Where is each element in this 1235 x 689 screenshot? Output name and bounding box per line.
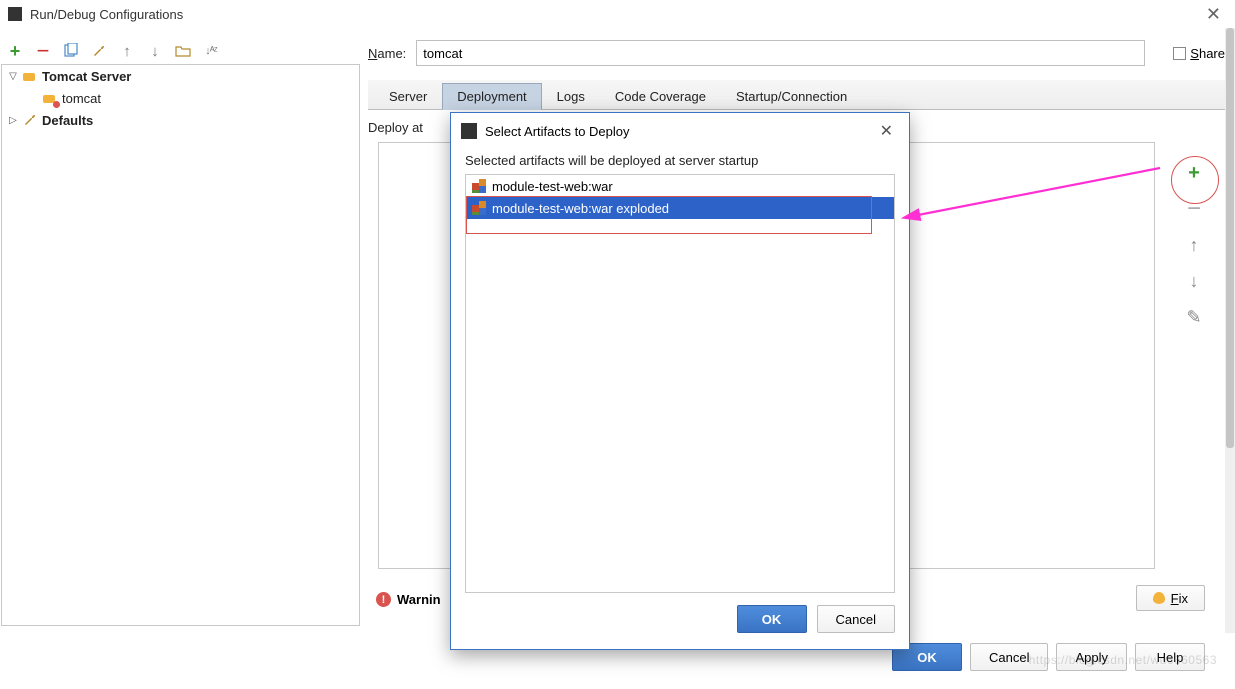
tab-logs[interactable]: Logs [542, 83, 600, 109]
dialog-title: Select Artifacts to Deploy [485, 124, 630, 139]
artifact-icon [472, 201, 486, 215]
settings-config-button[interactable] [90, 42, 108, 60]
fix-button[interactable]: Fix [1136, 585, 1205, 611]
name-label: Name: [368, 46, 406, 61]
config-toolbar: + − ↑ ↓ ↓ᴬᶻ [2, 38, 224, 64]
help-button[interactable]: Help [1135, 643, 1205, 671]
tree-label: tomcat [62, 91, 101, 106]
move-artifact-up-button[interactable]: ↑ [1183, 234, 1205, 256]
name-input[interactable] [416, 40, 1145, 66]
artifact-icon [472, 179, 486, 193]
tab-server[interactable]: Server [374, 83, 442, 109]
tab-code-coverage[interactable]: Code Coverage [600, 83, 721, 109]
dialog-instruction: Selected artifacts will be deployed at s… [451, 149, 909, 174]
artifact-item-selected[interactable]: module-test-web:war exploded [466, 197, 894, 219]
tree-label: Tomcat Server [42, 69, 131, 84]
warning-label: Warnin [397, 592, 441, 607]
edit-artifact-button[interactable]: ✎ [1183, 306, 1205, 328]
dialog-buttons: OK Cancel Apply Help [892, 643, 1205, 671]
tab-startup-connection[interactable]: Startup/Connection [721, 83, 862, 109]
folder-button[interactable] [174, 42, 192, 60]
tree-label: Defaults [42, 113, 93, 128]
artifact-list[interactable]: module-test-web:war module-test-web:war … [465, 174, 895, 593]
expand-icon: ▷ [8, 115, 18, 126]
artifact-label: module-test-web:war exploded [492, 201, 669, 216]
config-tree: ▽ Tomcat Server tomcat ▷ Defaults [1, 64, 360, 626]
fix-label: Fix [1171, 591, 1188, 606]
tree-node-tomcat-server[interactable]: ▽ Tomcat Server [2, 65, 359, 87]
artifact-item[interactable]: module-test-web:war [466, 175, 894, 197]
wrench-icon [22, 112, 38, 128]
window-titlebar: Run/Debug Configurations ✕ [0, 0, 1235, 28]
move-up-button[interactable]: ↑ [118, 42, 136, 60]
scrollbar-thumb[interactable] [1226, 28, 1234, 448]
dialog-buttons: OK Cancel [451, 593, 909, 649]
tree-node-tomcat[interactable]: tomcat [2, 87, 359, 109]
artifact-side-toolbar: + − ↑ ↓ ✎ [1183, 162, 1205, 328]
copy-config-button[interactable] [62, 42, 80, 60]
dialog-close-button[interactable]: ✕ [874, 119, 899, 143]
add-config-button[interactable]: + [6, 42, 24, 60]
dialog-app-icon [461, 123, 477, 139]
cancel-button[interactable]: Cancel [970, 643, 1048, 671]
dialog-titlebar: Select Artifacts to Deploy ✕ [451, 113, 909, 149]
share-label: Share [1190, 46, 1225, 61]
app-icon [8, 7, 22, 21]
tomcat-run-icon [42, 90, 58, 106]
share-checkbox[interactable] [1173, 47, 1186, 60]
remove-artifact-button[interactable]: − [1183, 198, 1205, 220]
tree-node-defaults[interactable]: ▷ Defaults [2, 109, 359, 131]
select-artifacts-dialog: Select Artifacts to Deploy ✕ Selected ar… [450, 112, 910, 650]
sort-button[interactable]: ↓ᴬᶻ [202, 42, 220, 60]
tab-bar: Server Deployment Logs Code Coverage Sta… [368, 80, 1225, 110]
remove-config-button[interactable]: − [34, 42, 52, 60]
move-down-button[interactable]: ↓ [146, 42, 164, 60]
dialog-cancel-button[interactable]: Cancel [817, 605, 895, 633]
add-artifact-button[interactable]: + [1183, 162, 1205, 184]
warning-row: ! Warnin [376, 592, 441, 607]
expand-icon: ▽ [8, 71, 18, 82]
tomcat-icon [22, 68, 38, 84]
lightbulb-icon [1153, 592, 1165, 604]
tab-deployment[interactable]: Deployment [442, 83, 541, 110]
window-close-button[interactable]: ✕ [1200, 2, 1227, 27]
apply-button[interactable]: Apply [1056, 643, 1127, 671]
artifact-label: module-test-web:war [492, 179, 613, 194]
dialog-ok-button[interactable]: OK [737, 605, 807, 633]
window-title: Run/Debug Configurations [30, 7, 183, 22]
warning-icon: ! [376, 592, 391, 607]
move-artifact-down-button[interactable]: ↓ [1183, 270, 1205, 292]
window-scrollbar[interactable] [1225, 28, 1235, 633]
